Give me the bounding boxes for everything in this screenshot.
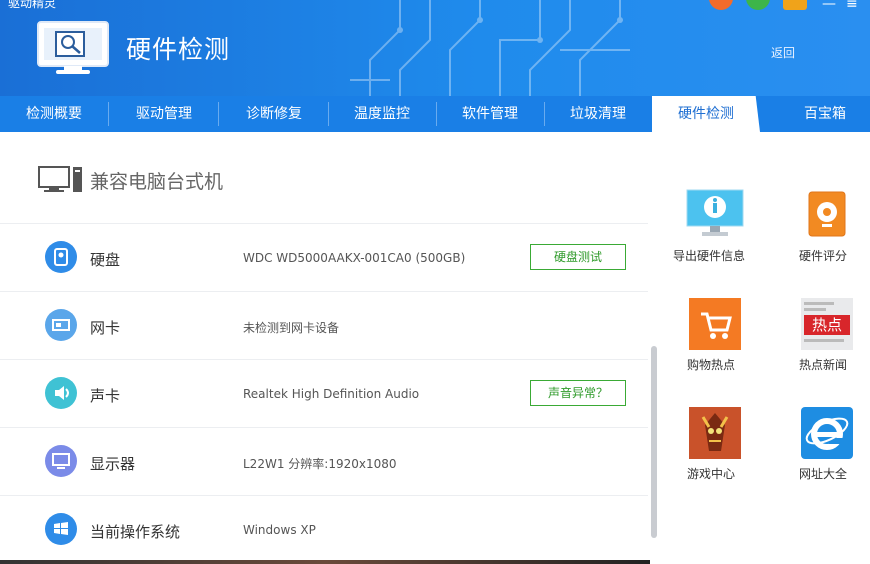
game-center-icon[interactable] <box>689 407 741 463</box>
tab-overview[interactable]: 检测概要 <box>0 96 108 132</box>
orange-circle-icon[interactable] <box>709 0 733 10</box>
tab-temperature[interactable]: 温度监控 <box>328 96 436 132</box>
tab-divider <box>218 102 219 126</box>
bottom-strip <box>0 560 650 564</box>
windows-icon <box>45 513 77 545</box>
shopping-cart-icon[interactable] <box>689 298 741 354</box>
ie-browser-icon[interactable] <box>801 407 853 463</box>
device-label-nic: 网卡 <box>90 319 121 337</box>
app-header: 驱动精灵 硬件检测 返回 — ≡ <box>0 0 870 96</box>
hard-disk-icon <box>45 241 77 273</box>
device-value-os: Windows XP <box>243 523 316 537</box>
device-value-monitor: L22W1 分辨率:1920x1080 <box>243 457 397 471</box>
tool-label-hot-news[interactable]: 热点新闻 <box>799 356 847 373</box>
back-link[interactable]: 返回 <box>771 44 795 61</box>
computer-title: 兼容电脑台式机 <box>90 171 224 193</box>
circuit-decoration <box>350 0 630 96</box>
network-card-icon <box>45 309 77 341</box>
hardware-score-icon[interactable] <box>808 191 846 241</box>
tool-label-export-info[interactable]: 导出硬件信息 <box>673 247 745 264</box>
device-value-nic: 未检测到网卡设备 <box>243 321 340 335</box>
info-monitor-icon[interactable] <box>686 189 744 243</box>
tool-label-game-center[interactable]: 游戏中心 <box>687 465 735 482</box>
row-divider <box>0 427 648 428</box>
row-divider <box>0 495 648 496</box>
row-divider <box>0 291 648 292</box>
menu-icon[interactable]: ≡ <box>846 0 858 12</box>
tab-divider <box>108 102 109 126</box>
device-value-disk: WDC WD5000AAKX-001CA0 (500GB) <box>243 251 466 265</box>
speaker-icon <box>45 377 77 409</box>
sound-abnormal-button[interactable]: 声音异常？ <box>530 380 626 406</box>
device-label-monitor: 显示器 <box>90 455 136 473</box>
tool-label-shopping[interactable]: 购物热点 <box>687 356 735 373</box>
tab-driver-manage[interactable]: 驱动管理 <box>110 96 218 132</box>
crown-icon[interactable] <box>783 0 807 10</box>
tab-bar: 检测概要 驱动管理 诊断修复 温度监控 软件管理 垃圾清理 硬件检测 百宝箱 <box>0 96 870 132</box>
desktop-computer-icon <box>38 166 82 192</box>
tab-hardware-check[interactable]: 硬件检测 <box>652 96 760 132</box>
device-label-disk: 硬盘 <box>90 251 121 269</box>
minimize-icon[interactable]: — <box>822 0 836 12</box>
device-value-sound: Realtek High Definition Audio <box>243 387 420 401</box>
svg-text:热点: 热点 <box>812 316 842 334</box>
row-divider <box>0 223 648 224</box>
tab-diagnose-repair[interactable]: 诊断修复 <box>220 96 328 132</box>
monitor-icon <box>45 445 77 477</box>
disk-test-button[interactable]: 硬盘测试 <box>530 244 626 270</box>
tool-label-hardware-score[interactable]: 硬件评分 <box>799 247 847 264</box>
page-title: 硬件检测 <box>126 35 231 64</box>
row-divider <box>0 359 648 360</box>
hot-news-icon[interactable]: 热点 <box>801 298 853 354</box>
device-label-os: 当前操作系统 <box>90 523 181 541</box>
scrollbar[interactable] <box>651 346 657 538</box>
window-title: 驱动精灵 <box>8 0 57 10</box>
tab-junk-clean[interactable]: 垃圾清理 <box>544 96 652 132</box>
tool-label-url-directory[interactable]: 网址大全 <box>799 465 847 482</box>
green-circle-icon[interactable] <box>746 0 770 10</box>
hardware-panel <box>0 132 660 564</box>
device-label-sound: 声卡 <box>90 387 121 405</box>
hardware-check-logo-icon <box>36 20 110 76</box>
tab-software-manage[interactable]: 软件管理 <box>436 96 544 132</box>
tab-toolbox[interactable]: 百宝箱 <box>770 96 870 132</box>
